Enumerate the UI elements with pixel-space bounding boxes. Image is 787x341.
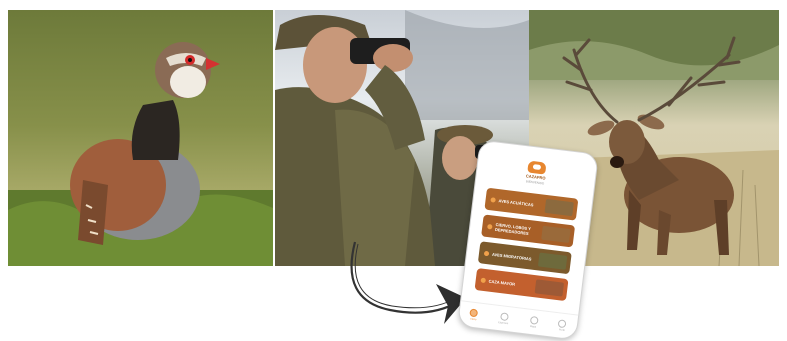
home-icon bbox=[469, 308, 479, 318]
map-icon bbox=[529, 315, 539, 325]
bottom-nav: Inicio Especies Mapa Perfil bbox=[458, 300, 579, 340]
bullet-icon bbox=[480, 277, 487, 283]
menu-thumbnail bbox=[537, 252, 568, 270]
red-legged-partridge-photo bbox=[8, 10, 273, 266]
menu-button-label: CAZA MAYOR bbox=[488, 278, 516, 287]
menu-button-label: AVES MIGRATORIAS bbox=[491, 251, 532, 262]
nav-label: Inicio bbox=[470, 317, 477, 322]
bullet-icon bbox=[483, 250, 490, 256]
menu-thumbnail bbox=[534, 279, 565, 297]
menu-thumbnail bbox=[541, 225, 571, 244]
menu-button-caza-mayor[interactable]: CAZA MAYOR bbox=[474, 268, 569, 302]
nav-label: Especies bbox=[497, 320, 509, 326]
nav-label: Mapa bbox=[529, 324, 537, 329]
mobile-app-phone: CAZAPRO BIENVENIDO AVES ACUÁTICAS CIERVO… bbox=[456, 139, 600, 341]
nav-label: Perfil bbox=[558, 328, 565, 333]
nav-item-inicio[interactable]: Inicio bbox=[469, 308, 479, 322]
menu-thumbnail bbox=[544, 198, 574, 217]
profile-icon bbox=[558, 319, 567, 329]
nav-item-mapa[interactable]: Mapa bbox=[529, 315, 539, 329]
nav-item-perfil[interactable]: Perfil bbox=[558, 319, 567, 332]
bullet-icon bbox=[490, 196, 496, 203]
bullet-icon bbox=[487, 223, 493, 230]
species-icon bbox=[499, 312, 509, 322]
app-logo-icon bbox=[527, 160, 547, 175]
menu-button-label: CIERVO, LOBOS Y DEPREDADORES bbox=[494, 221, 532, 237]
menu-button-label: AVES ACUÁTICAS bbox=[498, 197, 534, 207]
nav-item-especies[interactable]: Especies bbox=[498, 312, 510, 325]
